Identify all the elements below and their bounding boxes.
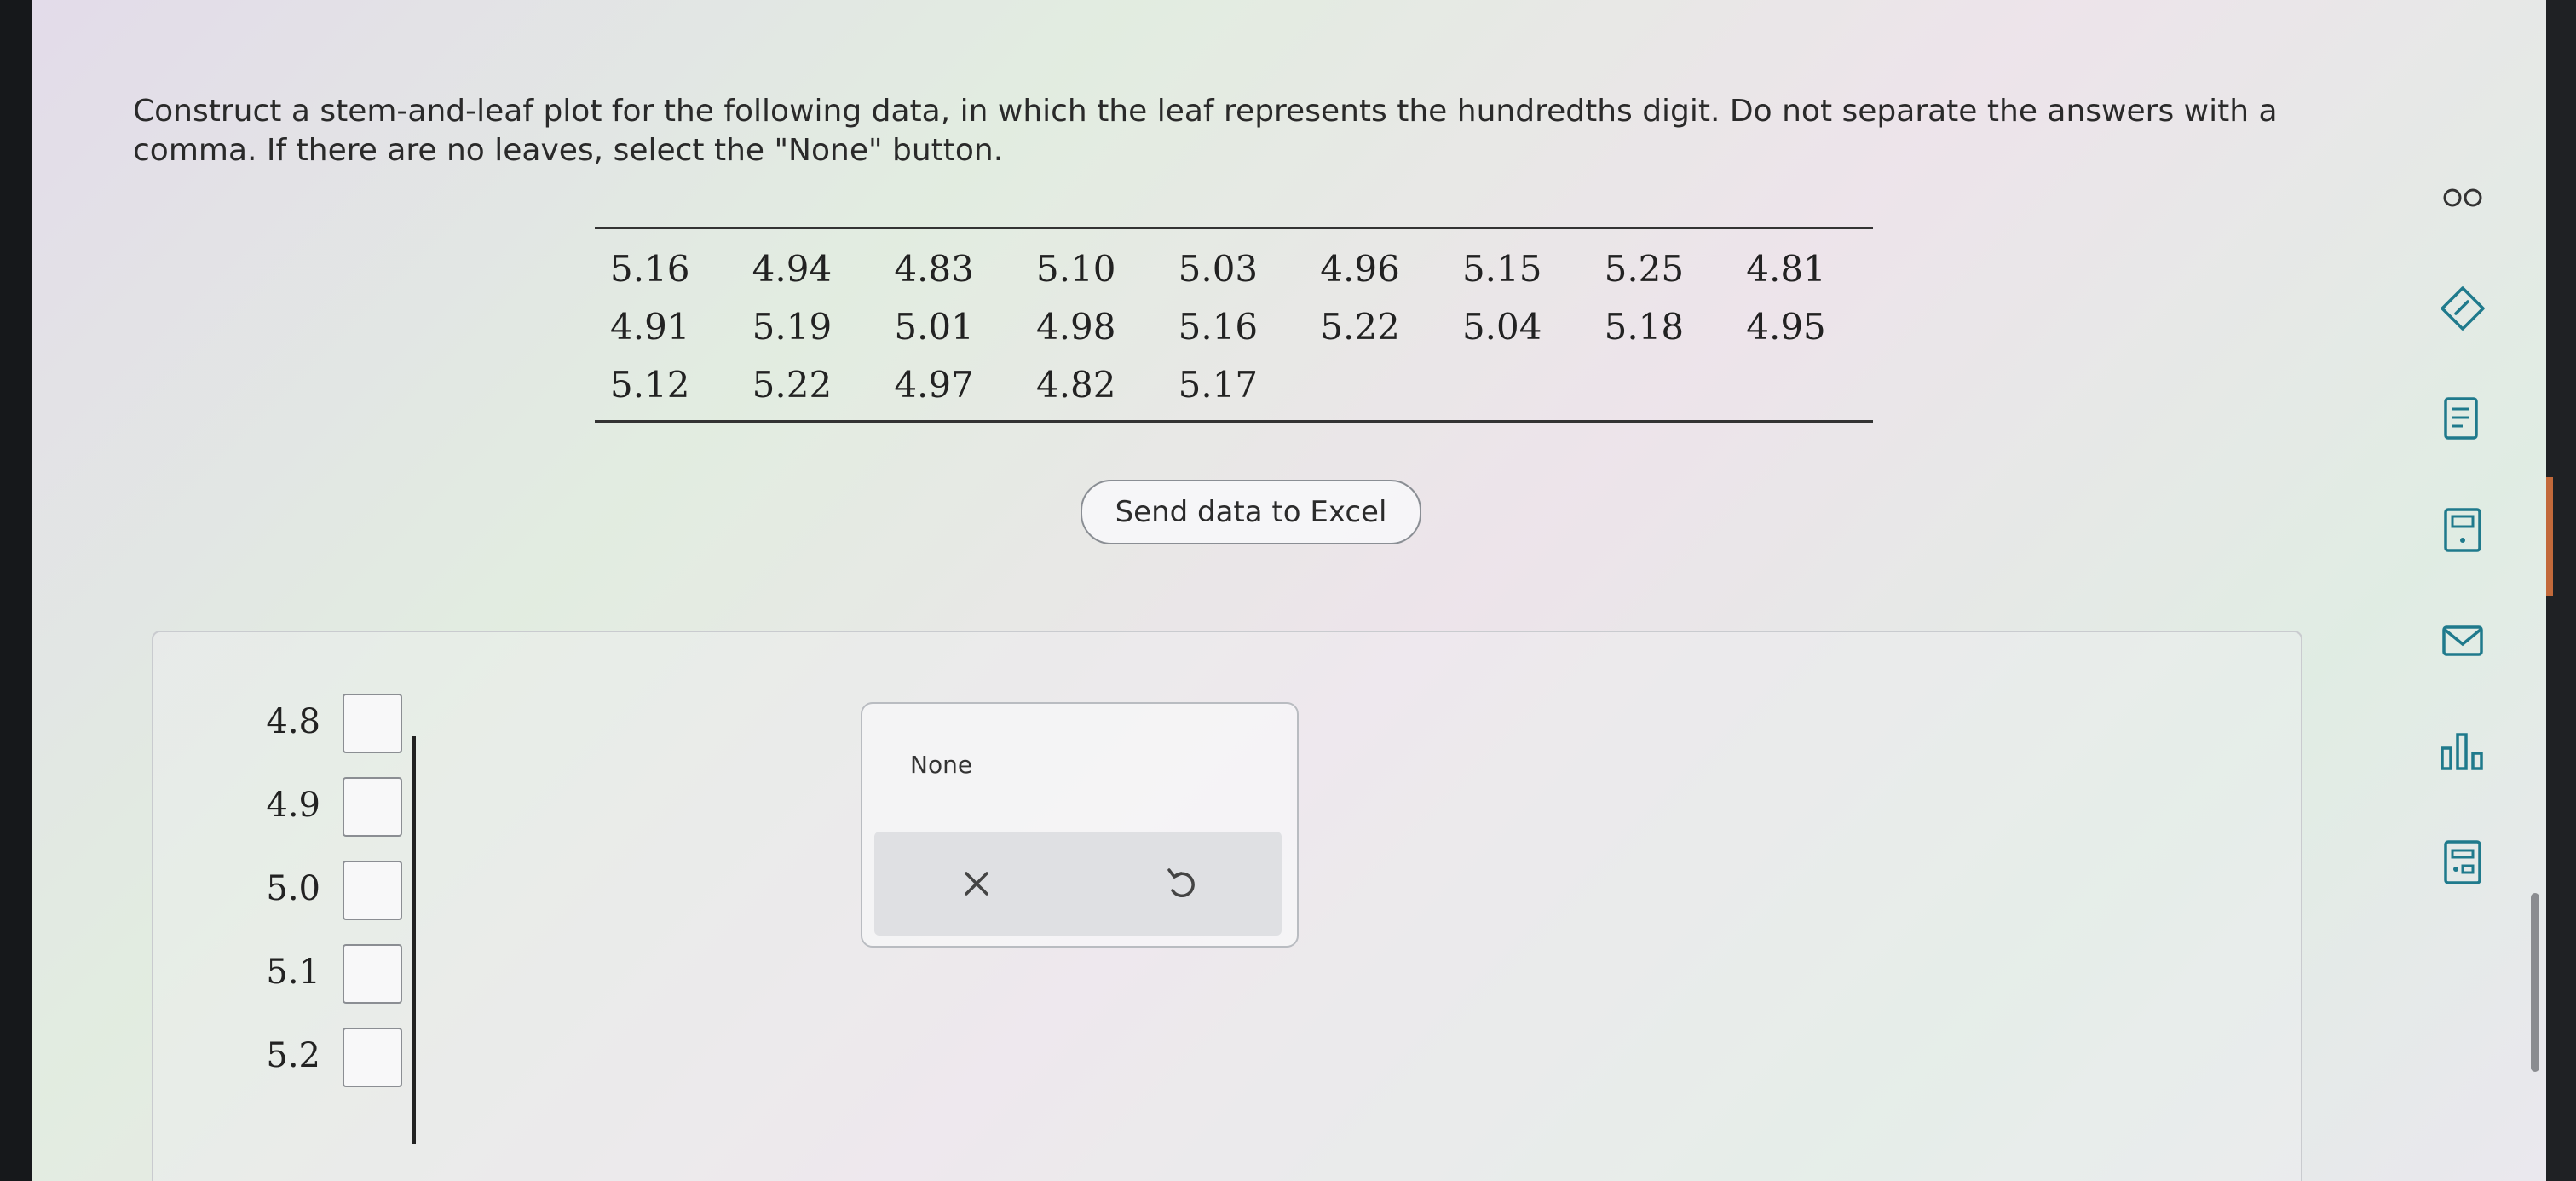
table-cell: 5.12 bbox=[610, 363, 690, 406]
scrollbar[interactable] bbox=[2531, 893, 2539, 1072]
table-cell: 4.98 bbox=[1035, 305, 1116, 348]
stem-row: 4.9 bbox=[239, 767, 494, 849]
stem-row: 5.2 bbox=[239, 1017, 494, 1099]
undo-icon bbox=[1167, 868, 1195, 897]
notes-button[interactable] bbox=[2427, 383, 2498, 455]
table-cell: 4.83 bbox=[894, 247, 974, 290]
mail-icon bbox=[2442, 625, 2483, 656]
data-table: 5.16 4.94 4.83 5.10 5.03 4.96 5.15 5.25 … bbox=[595, 227, 1873, 423]
table-cell: 4.95 bbox=[1746, 305, 1826, 348]
table-cell: 4.96 bbox=[1320, 247, 1400, 290]
infinity-button[interactable] bbox=[2427, 162, 2498, 233]
table-cell bbox=[1447, 355, 1589, 413]
stem-label: 5.1 bbox=[266, 953, 320, 992]
table-cell: 5.22 bbox=[752, 363, 833, 406]
table-row: 5.12 5.22 4.97 4.82 5.17 bbox=[595, 355, 1873, 413]
table-cell: 4.94 bbox=[752, 247, 833, 290]
stem-label: 5.2 bbox=[266, 1036, 320, 1075]
data-table-grid: 5.16 4.94 4.83 5.10 5.03 4.96 5.15 5.25 … bbox=[595, 239, 1873, 413]
stem-label: 4.9 bbox=[266, 786, 320, 825]
table-cell bbox=[1305, 355, 1447, 413]
none-button[interactable]: None bbox=[905, 750, 977, 780]
stem-row: 4.8 bbox=[239, 683, 494, 765]
answer-panel: 4.8 4.9 5.0 5.1 5.2 None bbox=[152, 631, 2302, 1181]
device-edge bbox=[2546, 0, 2576, 1181]
main-screen: Construct a stem-and-leaf plot for the f… bbox=[32, 0, 2546, 1181]
leaf-input[interactable] bbox=[343, 1028, 402, 1087]
device-edge-accent bbox=[2546, 477, 2553, 596]
table-cell: 5.16 bbox=[610, 247, 690, 290]
stem-label: 5.0 bbox=[266, 869, 320, 908]
table-cell: 4.97 bbox=[894, 363, 974, 406]
calculator-icon bbox=[2444, 508, 2481, 552]
leaf-input[interactable] bbox=[343, 694, 402, 753]
leaf-input[interactable] bbox=[343, 777, 402, 837]
question-text: Construct a stem-and-leaf plot for the f… bbox=[133, 94, 2278, 168]
close-icon bbox=[965, 872, 988, 896]
table-cell: 5.15 bbox=[1461, 247, 1542, 290]
infinity-icon bbox=[2443, 188, 2482, 207]
undo-button[interactable] bbox=[1147, 852, 1215, 915]
table-cell: 4.81 bbox=[1746, 247, 1826, 290]
table-cell: 5.16 bbox=[1178, 305, 1259, 348]
table-row: 4.91 5.19 5.01 4.98 5.16 5.22 5.04 5.18 … bbox=[595, 297, 1873, 355]
mail-button[interactable] bbox=[2427, 605, 2498, 677]
table-cell bbox=[1731, 355, 1873, 413]
table-row: 5.16 4.94 4.83 5.10 5.03 4.96 5.15 5.25 … bbox=[595, 239, 1873, 297]
clear-button[interactable] bbox=[942, 852, 1011, 915]
table-cell: 5.17 bbox=[1178, 363, 1259, 406]
leaf-input[interactable] bbox=[343, 944, 402, 1004]
notes-icon bbox=[2444, 397, 2478, 440]
table-cell: 4.91 bbox=[610, 305, 690, 348]
table-cell: 5.04 bbox=[1461, 305, 1542, 348]
stem-label: 4.8 bbox=[266, 702, 320, 741]
table-cell: 5.25 bbox=[1604, 247, 1685, 290]
bar-chart-icon bbox=[2441, 733, 2483, 770]
pencil-tag-button[interactable] bbox=[2427, 273, 2498, 344]
calculator-button[interactable] bbox=[2427, 494, 2498, 566]
pencil-tag-icon bbox=[2441, 286, 2485, 331]
table-cell: 5.03 bbox=[1178, 247, 1259, 290]
table-cell: 5.01 bbox=[894, 305, 974, 348]
table-cell: 5.22 bbox=[1320, 305, 1400, 348]
tool-bar bbox=[874, 832, 1282, 936]
bar-chart-button[interactable] bbox=[2427, 716, 2498, 787]
table-cell: 4.82 bbox=[1035, 363, 1116, 406]
stem-row: 5.0 bbox=[239, 850, 494, 932]
table-cell: 5.19 bbox=[752, 305, 833, 348]
leaf-input[interactable] bbox=[343, 861, 402, 920]
table-cell: 5.18 bbox=[1604, 305, 1685, 348]
table-cell bbox=[1589, 355, 1732, 413]
stem-row: 5.1 bbox=[239, 934, 494, 1016]
data-card-icon bbox=[2444, 840, 2481, 884]
table-cell: 5.10 bbox=[1035, 247, 1116, 290]
data-card-button[interactable] bbox=[2427, 827, 2498, 898]
send-to-excel-button[interactable]: Send data to Excel bbox=[1081, 480, 1421, 544]
answer-tools-panel: None bbox=[861, 702, 1299, 948]
